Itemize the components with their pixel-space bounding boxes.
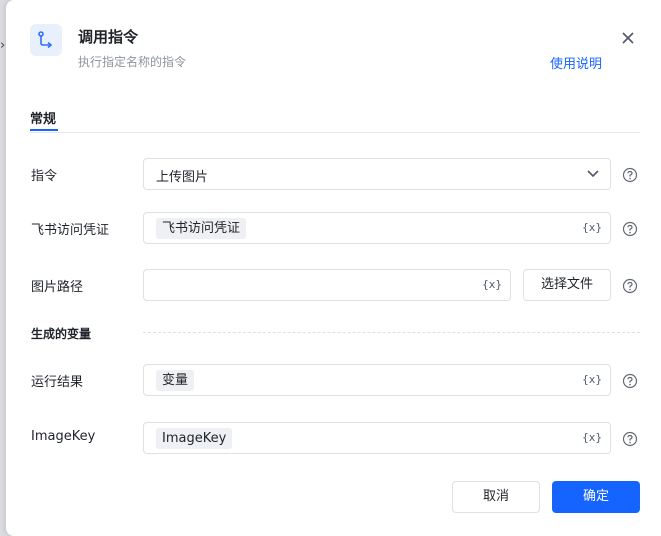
close-icon[interactable] [618,28,638,48]
question-circle-icon[interactable] [622,373,638,389]
run-result-chip: 变量 [156,370,195,391]
run-result-label: 运行结果 [31,375,84,390]
credential-chip: 飞书访问凭证 [156,218,247,239]
instruction-label: 指令 [31,169,58,184]
tab-divider [30,132,640,133]
generated-variables-heading: 生成的变量 [31,327,92,341]
question-circle-icon[interactable] [622,431,638,447]
tab-active-indicator [30,129,58,131]
image-path-label: 图片路径 [31,280,84,295]
instruction-select[interactable]: 上传图片 [143,158,611,190]
question-circle-icon[interactable] [622,167,638,183]
image-path-input[interactable]: {x} [143,269,511,301]
cancel-button[interactable]: 取消 [452,481,540,513]
credential-field[interactable]: 飞书访问凭证 {x} [143,212,611,244]
instruction-value: 上传图片 [156,170,209,185]
dialog-subtitle: 执行指定名称的指令 [78,55,187,69]
image-key-chip: ImageKey [156,428,233,449]
dialog-title: 调用指令 [78,28,139,46]
chevron-down-icon [587,170,599,178]
variable-icon[interactable]: {x} [582,431,602,444]
question-circle-icon[interactable] [622,278,638,294]
tab-general[interactable]: 常规 [30,108,56,127]
run-result-field[interactable]: 变量 {x} [143,364,611,396]
image-key-field[interactable]: ImageKey {x} [143,422,611,454]
section-divider [143,332,640,333]
choose-file-button[interactable]: 选择文件 [523,269,611,301]
invoke-instruction-dialog: 调用指令 执行指定名称的指令 使用说明 常规 指令 上传图片 飞书访问凭证 飞书… [6,0,661,536]
variable-icon[interactable]: {x} [582,221,602,234]
background-fragment: › [0,38,6,53]
help-link[interactable]: 使用说明 [550,53,602,72]
question-circle-icon[interactable] [622,221,638,237]
confirm-button[interactable]: 确定 [552,481,640,513]
variable-icon[interactable]: {x} [482,278,502,291]
flow-arrow-icon [30,24,62,56]
image-key-label: ImageKey [31,429,96,444]
credential-label: 飞书访问凭证 [31,223,110,238]
variable-icon[interactable]: {x} [582,373,602,386]
